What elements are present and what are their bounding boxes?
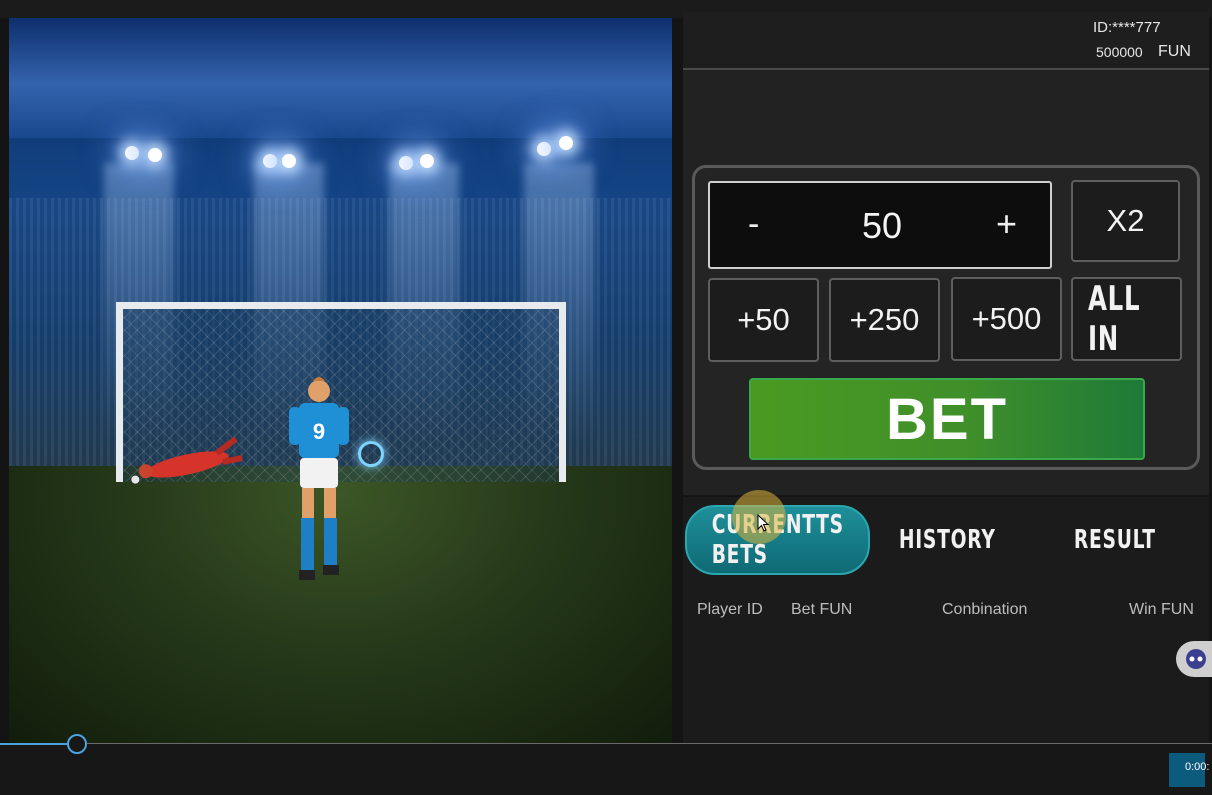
quick-add-label: +500 — [971, 301, 1042, 336]
quick-add-label: +50 — [737, 302, 790, 337]
stadium-roof — [9, 18, 672, 138]
column-header-win: Win FUN — [1129, 601, 1194, 618]
column-header-combination: Conbination — [942, 601, 1028, 618]
column-header-bet: Bet FUN — [791, 601, 853, 618]
double-bet-label: X2 — [1106, 203, 1145, 238]
increase-bet-button[interactable]: + — [996, 203, 1017, 245]
video-time: 0:00: — [1185, 761, 1210, 773]
video-progress-knob[interactable] — [67, 734, 87, 754]
quick-add-500-button[interactable]: +500 — [951, 277, 1062, 361]
account-balance: 500000 — [1096, 44, 1143, 60]
account-currency: FUN — [1158, 43, 1191, 60]
mouse-cursor-icon — [757, 514, 769, 532]
video-progress-played — [0, 743, 76, 745]
striker-player: 9 — [289, 377, 349, 580]
tab-result-label: RESULT — [1074, 525, 1156, 555]
chat-support-button[interactable] — [1176, 641, 1212, 677]
tab-history-label: HISTORY — [899, 525, 996, 555]
game-scene: 9 — [9, 18, 672, 743]
tab-result[interactable]: RESULT — [1050, 505, 1180, 575]
stadium-light — [263, 154, 277, 168]
column-header-player-id: Player ID — [697, 601, 763, 618]
stadium-light — [399, 156, 413, 170]
quick-add-250-button[interactable]: +250 — [829, 278, 940, 362]
player-number: 9 — [313, 419, 325, 444]
stadium-light — [282, 154, 296, 168]
all-in-button[interactable]: ALL IN — [1071, 277, 1182, 361]
stadium-light — [537, 142, 551, 156]
video-progress-track[interactable] — [0, 743, 1212, 744]
all-in-label: ALL IN — [1087, 279, 1141, 359]
chat-robot-icon — [1186, 649, 1206, 669]
quick-add-50-button[interactable]: +50 — [708, 278, 819, 362]
place-bet-button[interactable]: BET — [749, 378, 1145, 460]
account-panel: ID:****777 500000 FUN — [683, 12, 1209, 70]
video-controls-bar — [0, 743, 1212, 795]
ball-target-marker — [358, 441, 384, 467]
video-time-display: 0:00: — [1169, 753, 1209, 787]
stadium-light — [125, 146, 139, 160]
stadium-light — [148, 148, 162, 162]
account-id: ID:****777 — [1093, 19, 1161, 36]
bet-amount-stepper: - 50 + — [708, 181, 1052, 269]
stadium-light — [559, 136, 573, 150]
stadium-light — [420, 154, 434, 168]
tab-history[interactable]: HISTORY — [880, 505, 1015, 575]
double-bet-button[interactable]: X2 — [1071, 180, 1180, 262]
quick-add-label: +250 — [849, 302, 920, 337]
place-bet-label: BET — [886, 386, 1008, 452]
